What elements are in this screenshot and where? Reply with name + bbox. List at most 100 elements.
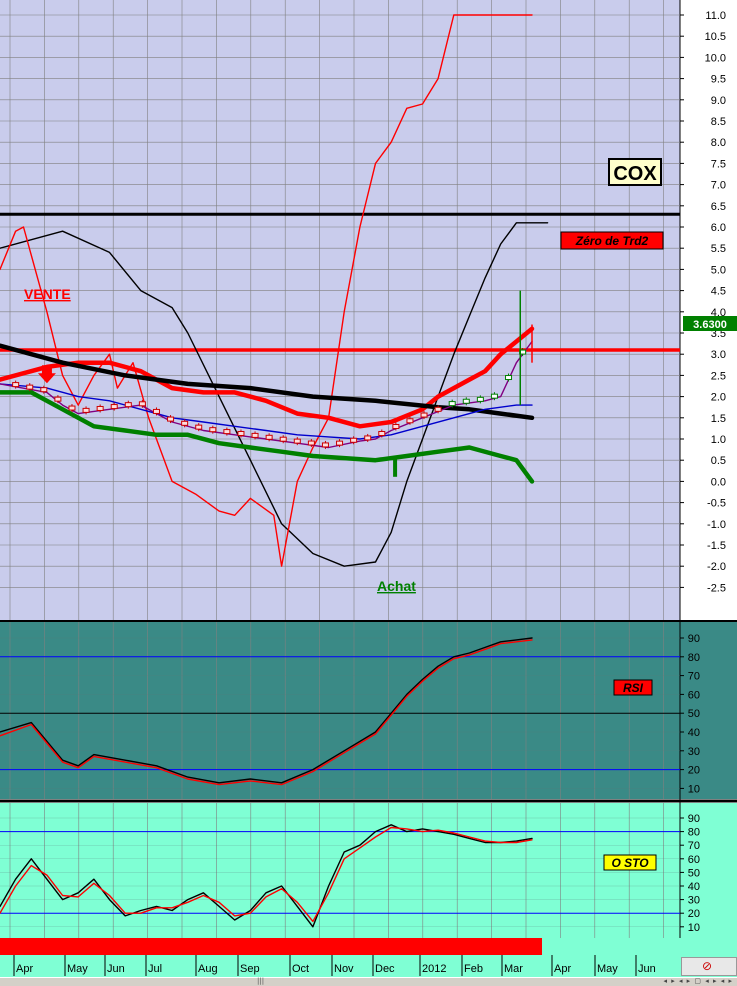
stochastic-panel [0,803,680,938]
candle-body [462,398,470,404]
month-label: Apr [16,963,33,975]
candle-body [251,432,259,438]
candle-body [167,416,175,422]
candle-body [448,401,456,407]
y-tick-label: 20 [688,908,700,920]
signal-bar [0,938,542,955]
candle-body [138,401,146,407]
y-tick-label: 30 [688,746,700,758]
month-label: Feb [464,963,483,975]
y-tick-label: 40 [688,727,700,739]
y-tick-label: 7.5 [711,158,726,170]
month-label: Apr [554,963,571,975]
month-label: 2012 [422,963,446,975]
candle-body [265,434,273,440]
candle-body [392,423,400,429]
status-icons: ◂ ▸ ◂ ▸ ▢ ◂ ▸ ◂ ▸ [663,977,733,985]
y-tick-label: 2.0 [711,392,726,404]
month-label: Aug [198,963,218,975]
y-tick-label: 11.0 [705,10,726,22]
month-label: Oct [292,963,309,975]
y-tick-label: 80 [688,827,700,839]
candle-body [490,393,498,399]
y-tick-label: 40 [688,881,700,893]
month-label: May [597,963,618,975]
month-label: Dec [375,963,395,975]
candle-body [406,418,414,424]
candle-body [96,405,104,411]
y-tick-label: -2.5 [707,582,726,594]
y-tick-label: 9.5 [711,74,726,86]
zero-line-label: Zéro de Trd2 [575,234,649,248]
candle-body [40,387,48,393]
y-tick-label: -1.5 [707,540,726,552]
candle-body [336,440,344,446]
y-tick-label: 0.0 [711,476,726,488]
y-tick-label: -1.0 [707,519,726,531]
month-label: Nov [334,963,354,975]
candle-body [293,438,301,444]
y-tick-label: -2.0 [707,561,726,573]
y-tick-label: 3.0 [711,349,726,361]
y-tick-label: 2.5 [711,370,726,382]
ticker-label: COX [613,163,657,185]
candle-body [434,406,442,412]
month-label: Sep [240,963,260,975]
candle-body [54,396,62,402]
y-tick-label: 30 [688,895,700,907]
y-tick-label: 5.5 [711,243,726,255]
candle-body [181,420,189,426]
rsi-label: RSI [623,681,644,695]
y-tick-label: 50 [688,708,700,720]
month-label: Jun [107,963,125,975]
navigation-button[interactable]: ⊘ [681,957,737,976]
candle-body [12,382,20,388]
y-tick-label: 60 [688,689,700,701]
candle-body [420,412,428,418]
sell-label: VENTE [24,286,71,302]
month-label: Mar [504,963,523,975]
price-panel [0,0,680,620]
y-tick-label: 1.5 [711,413,726,425]
y-tick-label: 50 [688,867,700,879]
y-tick-label: 5.0 [711,264,726,276]
y-tick-label: 10.0 [705,52,726,64]
y-tick-label: 8.5 [711,116,726,128]
month-label: May [67,963,88,975]
candle-body [307,440,315,446]
candle-body [505,375,513,381]
y-tick-label: 6.5 [711,201,726,213]
candle-body [378,430,386,436]
reset-icon: ⊘ [702,959,713,973]
y-tick-label: 1.0 [711,434,726,446]
candle-body [223,429,231,435]
y-tick-label: 10.5 [705,31,726,43]
candle-body [321,442,329,448]
candle-body [26,384,34,390]
candle-body [124,402,132,408]
month-label: Jul [148,963,162,975]
candle-body [82,407,90,413]
y-tick-label: -0.5 [707,498,726,510]
candle-body [350,437,358,443]
candle-body [209,427,217,433]
resize-grip-icon[interactable]: ||| [257,978,264,985]
y-tick-label: 20 [688,765,700,777]
candle-body [195,424,203,430]
stochastic-label: O STO [611,856,649,870]
candle-body [110,404,118,410]
candle-body [68,405,76,411]
rsi-panel [0,622,680,799]
y-tick-label: 60 [688,854,700,866]
last-price-label: 3.6300 [693,319,727,331]
y-tick-label: 0.5 [711,455,726,467]
candle-body [152,408,160,414]
y-tick-label: 90 [688,633,700,645]
buy-label: Achat [377,578,416,594]
stock-chart: 11.0 10.5 10.0 9.5 9.0 8.5 8.0 7.5 7.0 6.5 6.0 5.5 5… [0,0,737,977]
candle-body [364,435,372,441]
y-tick-label: 7.0 [711,180,726,192]
candle-body [476,396,484,402]
y-tick-label: 9.0 [711,95,726,107]
y-tick-label: 6.0 [711,222,726,234]
